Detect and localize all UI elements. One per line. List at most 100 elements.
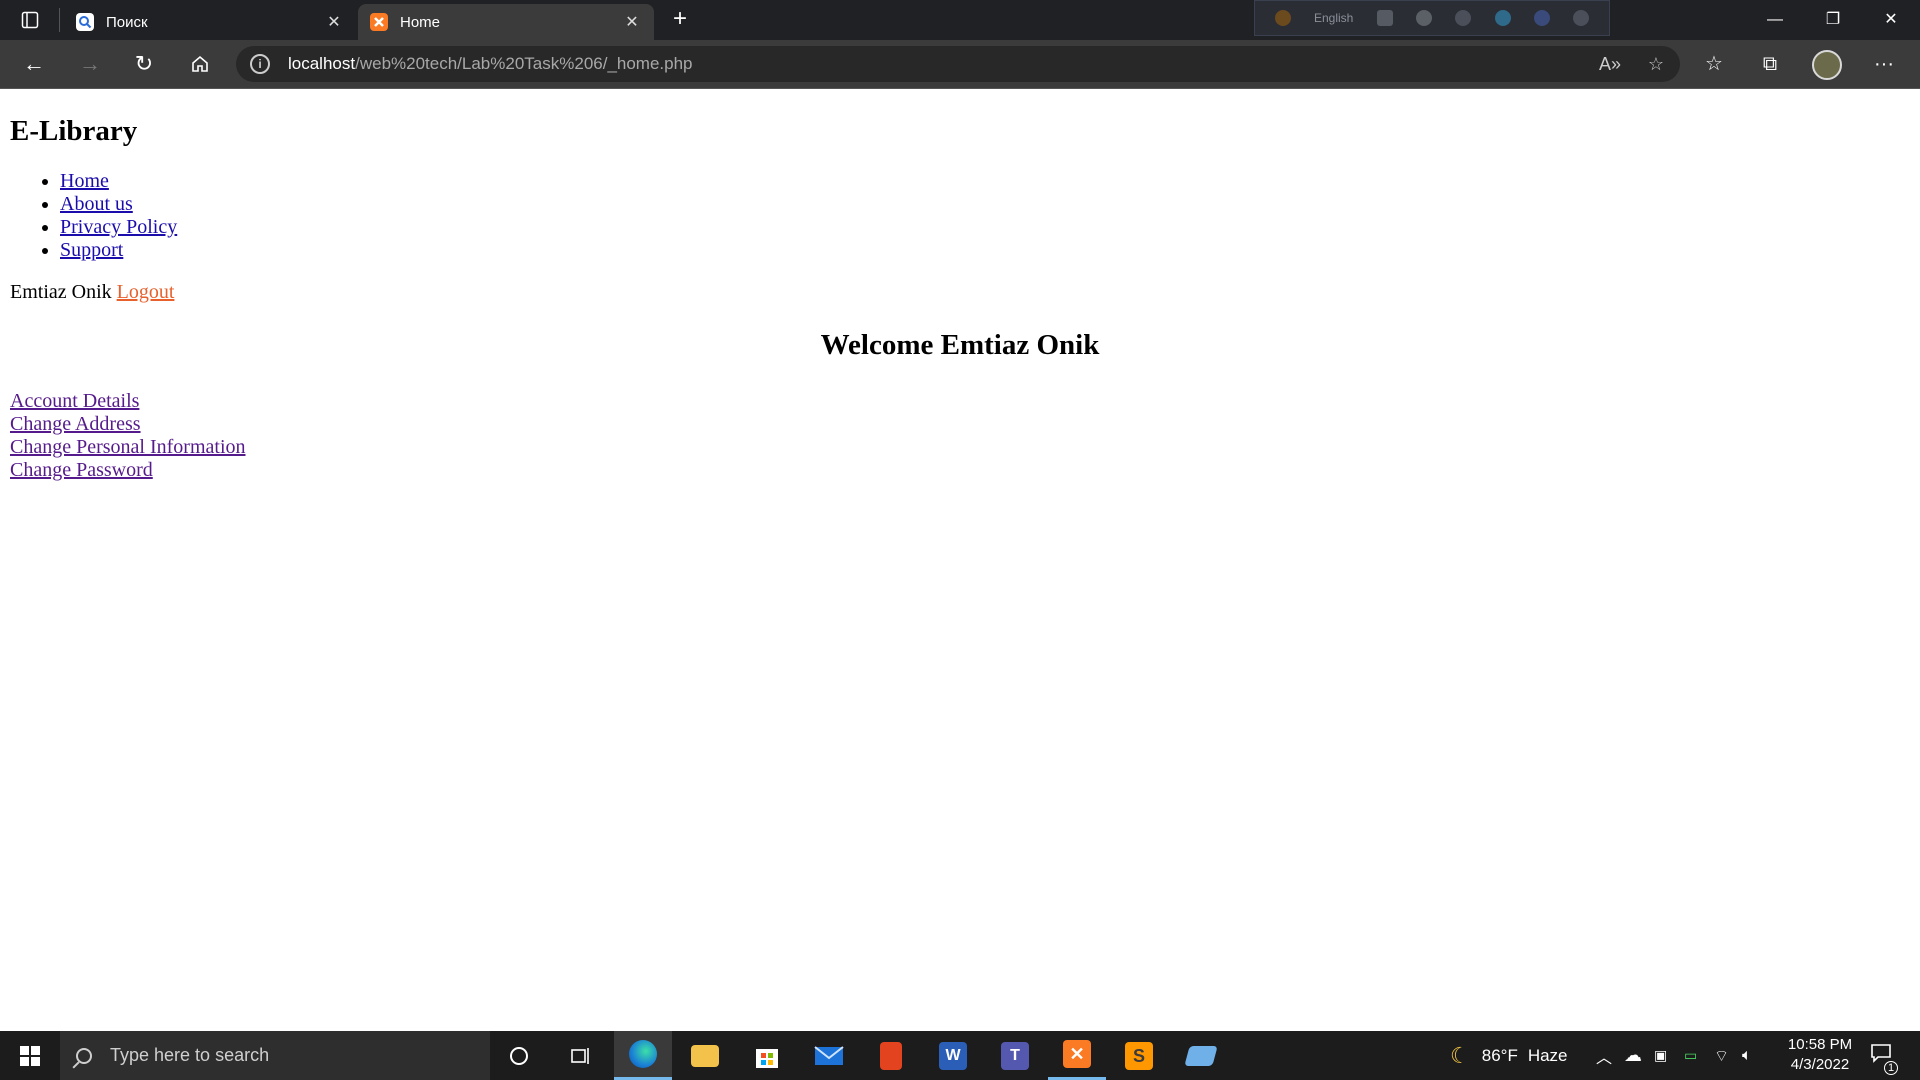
clock-date: 4/3/2022: [1790, 1056, 1850, 1073]
file-explorer-button[interactable]: [676, 1031, 734, 1080]
forward-button[interactable]: →: [72, 48, 108, 80]
close-window-button[interactable]: ✕: [1862, 0, 1920, 40]
cortana-button[interactable]: [490, 1031, 548, 1080]
site-info-icon[interactable]: i: [250, 54, 270, 74]
sublime-text-button[interactable]: S: [1110, 1031, 1168, 1080]
edge-taskbar-button[interactable]: [614, 1031, 672, 1080]
tab-close-icon[interactable]: ✕: [324, 12, 344, 32]
weather-desc: Haze: [1527, 1045, 1568, 1065]
microsoft-store-icon: [756, 1048, 778, 1068]
task-view-icon: [571, 1047, 589, 1064]
home-button[interactable]: [182, 48, 218, 80]
task-view-button[interactable]: [552, 1031, 610, 1080]
tab-home[interactable]: Home ✕: [358, 4, 654, 40]
site-title: E-Library: [10, 115, 138, 147]
user-bar: Emtiaz Onik Logout: [10, 281, 1910, 304]
extension-help-icon[interactable]: [1533, 10, 1550, 26]
main-nav: Home About us Privacy Policy Support: [10, 170, 1910, 262]
mail-icon: [814, 1045, 844, 1065]
more-menu-icon[interactable]: ···: [1866, 48, 1902, 80]
change-personal-info-link[interactable]: Change Personal Information: [10, 436, 246, 459]
change-address-link[interactable]: Change Address: [10, 413, 141, 436]
show-hidden-icons-button[interactable]: ︿: [1596, 1031, 1612, 1080]
office-button[interactable]: [862, 1031, 920, 1080]
file-explorer-icon: [691, 1044, 719, 1067]
url-path: /web%20tech/Lab%20Task%206/_home.php: [355, 54, 693, 73]
extension-toolbar: English: [1254, 0, 1610, 36]
change-password-link[interactable]: Change Password: [10, 459, 153, 482]
action-center-button[interactable]: 1: [1866, 1041, 1898, 1075]
meet-now-icon[interactable]: ▣: [1654, 1031, 1667, 1080]
mail-button[interactable]: [800, 1031, 858, 1080]
weather-widget[interactable]: ☾ 86°F Haze: [1450, 1031, 1568, 1080]
extension-gear-icon[interactable]: [1455, 10, 1472, 26]
new-tab-button[interactable]: +: [664, 6, 696, 34]
xampp-icon: ✕: [1063, 1040, 1091, 1068]
start-button[interactable]: [0, 1031, 60, 1080]
restore-button[interactable]: ❐: [1804, 0, 1862, 40]
language-selector[interactable]: English: [1314, 11, 1353, 25]
extension-info-icon[interactable]: [1573, 10, 1590, 26]
taskbar-search-box[interactable]: Type here to search: [60, 1031, 490, 1080]
logout-link[interactable]: Logout: [117, 281, 175, 303]
nav-item-about: About us: [60, 193, 1910, 216]
taskbar-search-placeholder: Type here to search: [110, 1045, 270, 1065]
tab-close-icon[interactable]: ✕: [622, 12, 642, 32]
minimize-button[interactable]: —: [1746, 0, 1804, 40]
favorites-icon[interactable]: ☆: [1696, 48, 1732, 80]
nav-link-support[interactable]: Support: [60, 239, 123, 261]
browser-title-bar: Поиск ✕ Home ✕ + English — ❐ ✕: [0, 0, 1920, 40]
extension-figure-icon[interactable]: [1416, 10, 1432, 26]
search-favicon-icon: [76, 13, 94, 31]
edge-icon: [629, 1040, 657, 1068]
url-host: localhost: [288, 54, 356, 73]
sublime-text-icon: S: [1125, 1041, 1153, 1070]
teams-icon: T: [1001, 1041, 1029, 1070]
tab-search[interactable]: Поиск ✕: [64, 4, 356, 40]
tab-label: Поиск: [106, 13, 148, 31]
account-links: Account Details Change Address Change Pe…: [10, 390, 1910, 482]
teams-button[interactable]: T: [986, 1031, 1044, 1080]
refresh-button[interactable]: ↻: [126, 48, 162, 80]
windows-taskbar: Type here to search W T ✕ S ☾ 86°F Haze …: [0, 1031, 1920, 1080]
word-button[interactable]: W: [924, 1031, 982, 1080]
extension-hat-icon[interactable]: [1376, 10, 1393, 26]
windows-logo-icon: [20, 1045, 40, 1066]
back-button[interactable]: ←: [16, 48, 52, 80]
nav-link-about[interactable]: About us: [60, 193, 133, 215]
word-icon: W: [939, 1041, 967, 1070]
tab-label: Home: [400, 13, 441, 31]
welcome-heading: Welcome Emtiaz Onik: [820, 328, 1100, 361]
onedrive-icon[interactable]: ☁: [1624, 1031, 1642, 1080]
cortana-icon: [510, 1046, 528, 1065]
microsoft-store-button[interactable]: [738, 1031, 796, 1080]
search-icon: [76, 1047, 92, 1064]
extension-ie-icon[interactable]: [1494, 10, 1511, 26]
read-aloud-icon[interactable]: A»: [1592, 46, 1628, 82]
web-page: E-Library Home About us Privacy Policy S…: [0, 89, 1920, 1031]
tab-actions-menu-button[interactable]: [8, 4, 52, 36]
nav-link-privacy[interactable]: Privacy Policy: [60, 216, 177, 238]
xampp-favicon-icon: [370, 13, 388, 31]
add-favorite-icon[interactable]: ☆: [1638, 46, 1674, 82]
clock[interactable]: 10:58 PM 4/3/2022: [1760, 1035, 1880, 1075]
user-name: Emtiaz Onik: [10, 280, 112, 303]
nav-link-home[interactable]: Home: [60, 170, 109, 192]
clock-time: 10:58 PM: [1787, 1036, 1853, 1053]
account-details-link[interactable]: Account Details: [10, 390, 139, 413]
home-icon: [192, 55, 208, 72]
profile-avatar[interactable]: [1812, 50, 1842, 80]
xampp-taskbar-button[interactable]: ✕: [1048, 1031, 1106, 1080]
battery-icon[interactable]: ▭: [1684, 1031, 1697, 1080]
wifi-icon[interactable]: ⌔: [1714, 1031, 1729, 1080]
tab-separator: [59, 8, 60, 32]
extension-hand-icon[interactable]: [1274, 10, 1291, 26]
notes-button[interactable]: [1172, 1031, 1230, 1080]
address-bar[interactable]: i localhost/web%20tech/Lab%20Task%206/_h…: [236, 46, 1680, 82]
moon-icon: ☾: [1450, 1042, 1470, 1068]
collections-icon[interactable]: ⧉: [1752, 48, 1788, 80]
volume-icon[interactable]: 🔈︎: [1742, 1031, 1752, 1080]
nav-item-privacy: Privacy Policy: [60, 216, 1910, 239]
office-icon: [880, 1041, 902, 1070]
weather-temp: 86°F: [1481, 1045, 1518, 1065]
